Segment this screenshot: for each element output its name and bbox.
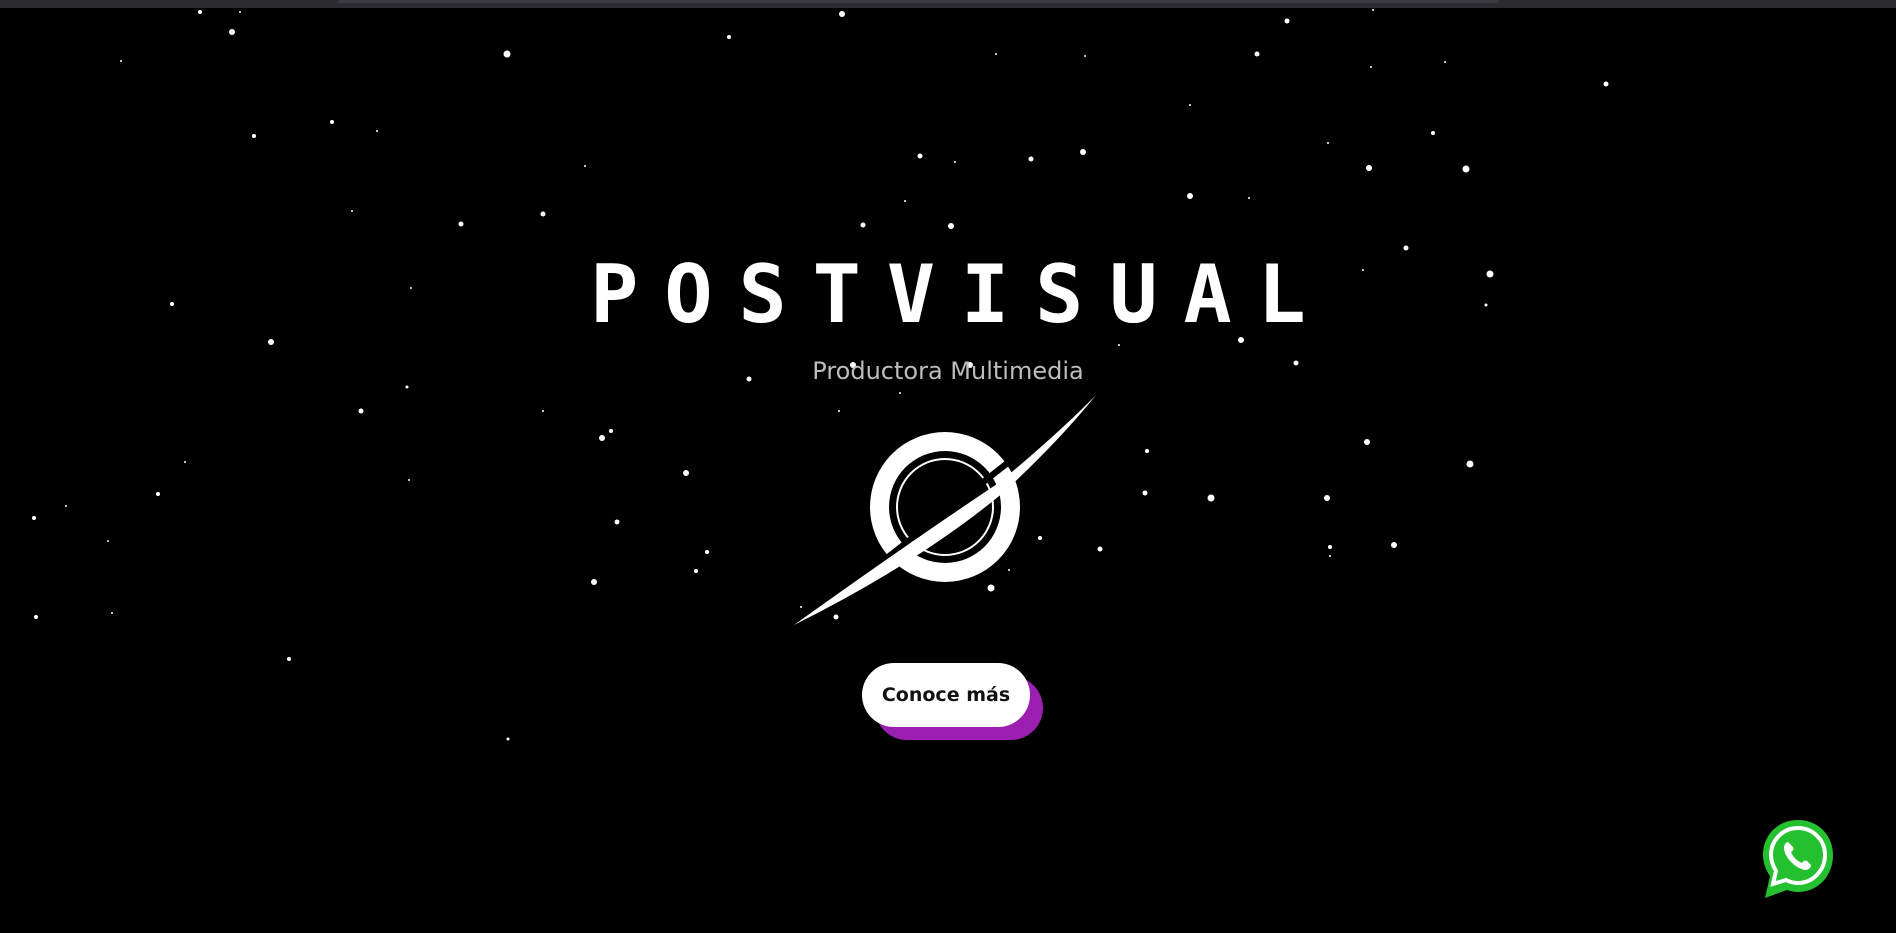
learn-more-button[interactable]: Conoce más xyxy=(862,663,1030,727)
brand-title: POSTVISUAL xyxy=(590,248,1332,341)
brand-subtitle: Productora Multimedia xyxy=(812,357,1084,385)
landing-page: POSTVISUAL Productora Multimedia Conoce … xyxy=(0,0,1896,933)
planet-ring-logo-icon xyxy=(794,394,1096,626)
whatsapp-icon[interactable] xyxy=(1761,818,1835,900)
cta-container: Conoce más xyxy=(862,663,1043,741)
